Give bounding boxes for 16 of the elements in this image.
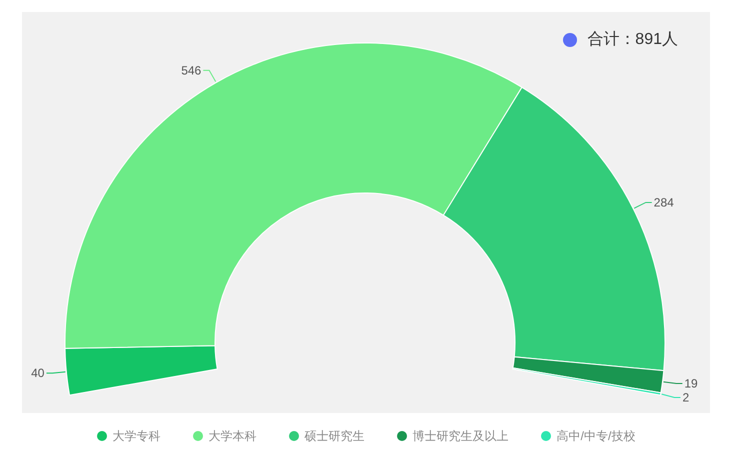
data-label: 546 (181, 63, 202, 78)
data-label: 2 (682, 390, 690, 405)
legend-label[interactable]: 高中/中专/技校 (556, 427, 636, 445)
legend-label[interactable]: 博士研究生及以上 (412, 427, 509, 445)
data-label: 284 (654, 195, 674, 210)
leader-line (202, 70, 216, 82)
leader-line (661, 394, 681, 398)
leader-line (634, 202, 652, 209)
leader-line (46, 371, 66, 374)
legend-label[interactable]: 硕士研究生 (304, 427, 365, 445)
legend-label[interactable]: 大学专科 (112, 427, 161, 445)
legend-label[interactable]: 大学本科 (208, 427, 257, 445)
data-label: 19 (684, 376, 698, 391)
leader-line (662, 381, 683, 384)
total-label: 合计：891人 (587, 30, 678, 50)
data-label: 40 (31, 366, 44, 380)
